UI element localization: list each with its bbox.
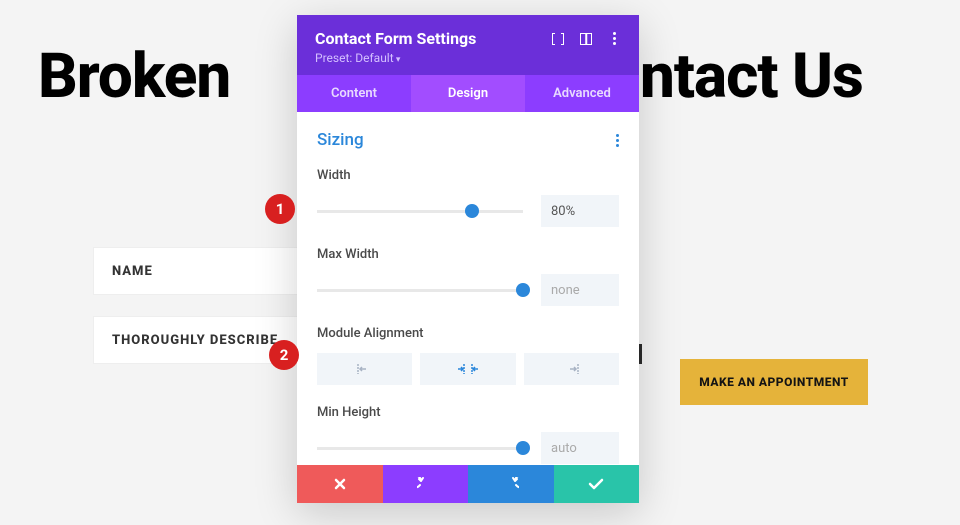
width-slider-thumb[interactable] — [465, 204, 479, 218]
make-appointment-button[interactable]: MAKE AN APPOINTMENT — [680, 359, 868, 405]
width-control: Width 80% — [317, 168, 619, 227]
tab-content[interactable]: Content — [297, 75, 411, 112]
max-width-control: Max Width none — [317, 247, 619, 306]
hero-title-right: ntact Us — [640, 40, 863, 113]
settings-modal: Contact Form Settings Preset: Default Co… — [297, 15, 639, 503]
section-menu-icon[interactable] — [616, 134, 619, 147]
preset-dropdown[interactable]: Preset: Default — [315, 51, 621, 65]
min-height-label: Min Height — [317, 405, 619, 420]
min-height-control: Min Height auto — [317, 405, 619, 464]
callout-1: 1 — [265, 194, 295, 224]
alignment-label: Module Alignment — [317, 326, 619, 341]
modal-body: Sizing Width 80% Max Width none Module A — [297, 112, 639, 465]
tab-advanced[interactable]: Advanced — [525, 75, 639, 112]
max-width-slider[interactable] — [317, 289, 523, 292]
max-width-label: Max Width — [317, 247, 619, 262]
undo-button[interactable] — [383, 465, 469, 503]
appointment-button-label: MAKE AN APPOINTMENT — [699, 375, 849, 389]
callout-2: 2 — [269, 340, 299, 370]
align-right-button[interactable] — [524, 353, 619, 385]
name-field-label: NAME — [112, 264, 153, 279]
cancel-button[interactable] — [297, 465, 383, 503]
expand-icon[interactable] — [551, 32, 565, 46]
alignment-control: Module Alignment — [317, 326, 619, 385]
modal-tabs: Content Design Advanced — [297, 75, 639, 112]
width-slider[interactable] — [317, 210, 523, 213]
columns-icon[interactable] — [579, 32, 593, 46]
kebab-menu-icon[interactable] — [607, 32, 621, 46]
align-left-button[interactable] — [317, 353, 412, 385]
tab-design[interactable]: Design — [411, 75, 525, 112]
width-value-input[interactable]: 80% — [541, 195, 619, 227]
section-title[interactable]: Sizing — [317, 130, 364, 150]
min-height-slider[interactable] — [317, 447, 523, 450]
confirm-button[interactable] — [554, 465, 640, 503]
align-center-button[interactable] — [420, 353, 515, 385]
modal-footer — [297, 465, 639, 503]
hero-title-left: Broken — [38, 40, 230, 113]
modal-header: Contact Form Settings Preset: Default — [297, 15, 639, 75]
max-width-value-input[interactable]: none — [541, 274, 619, 306]
describe-field-label: THOROUGHLY DESCRIBE — [112, 333, 278, 348]
modal-title: Contact Form Settings — [315, 29, 476, 48]
redo-button[interactable] — [468, 465, 554, 503]
width-label: Width — [317, 168, 619, 183]
min-height-value-input[interactable]: auto — [541, 432, 619, 464]
max-width-slider-thumb[interactable] — [516, 283, 530, 297]
min-height-slider-thumb[interactable] — [516, 441, 530, 455]
